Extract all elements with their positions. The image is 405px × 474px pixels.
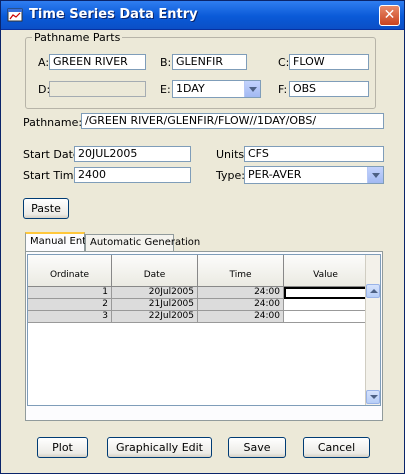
scroll-down-icon[interactable] — [366, 390, 380, 404]
close-button[interactable]: ✕ — [379, 5, 400, 26]
type-combo[interactable]: PER-AVER — [244, 166, 384, 184]
units-field[interactable]: CFS — [244, 146, 384, 162]
window-title: Time Series Data Entry — [29, 7, 198, 22]
part-e-value: 1DAY — [176, 82, 205, 95]
ordinate-cell[interactable]: 1 — [28, 287, 112, 299]
time-cell[interactable]: 24:00 — [198, 287, 284, 299]
plot-button[interactable]: Plot — [37, 437, 88, 458]
ordinate-cell[interactable]: 2 — [28, 299, 112, 311]
graphically-edit-button[interactable]: Graphically Edit — [107, 437, 212, 458]
start-time-field[interactable]: 2400 — [74, 167, 191, 183]
date-cell[interactable]: 21Jul2005 — [112, 299, 198, 311]
part-e-label: E: — [160, 83, 171, 96]
part-d-field[interactable] — [49, 81, 146, 97]
chevron-down-icon[interactable] — [244, 81, 260, 97]
type-value: PER-AVER — [248, 168, 302, 181]
data-table: Ordinate Date Time Value 1 20Jul2005 24:… — [27, 254, 381, 406]
part-b-label: B: — [160, 56, 172, 69]
value-cell[interactable] — [284, 287, 368, 299]
part-e-combo[interactable]: 1DAY — [172, 80, 261, 98]
table-vertical-scrollbar[interactable] — [365, 255, 380, 405]
part-f-field[interactable]: OBS — [289, 81, 369, 97]
pathname-parts-legend: Pathname Parts — [34, 31, 121, 44]
tab-automatic-generation[interactable]: Automatic Generation — [85, 234, 200, 251]
part-c-field[interactable]: FLOW — [289, 54, 369, 70]
application-icon — [7, 8, 23, 22]
save-button[interactable]: Save — [228, 437, 286, 458]
time-series-dialog: Time Series Data Entry ✕ Pathname Parts … — [0, 0, 405, 474]
column-header-date[interactable]: Date — [112, 255, 198, 287]
column-header-time[interactable]: Time — [198, 255, 284, 287]
ordinate-cell[interactable]: 3 — [28, 311, 112, 323]
close-icon: ✕ — [383, 7, 396, 23]
date-cell[interactable]: 22Jul2005 — [112, 311, 198, 323]
value-cell[interactable] — [284, 299, 368, 311]
time-cell[interactable]: 24:00 — [198, 299, 284, 311]
pathname-label: Pathname: — [23, 116, 83, 129]
tab-manual-entry[interactable]: Manual Entry — [25, 232, 96, 252]
part-a-label: A: — [38, 56, 50, 69]
paste-button[interactable]: Paste — [23, 198, 69, 219]
part-a-field[interactable]: GREEN RIVER — [49, 54, 146, 70]
type-label: Type: — [216, 169, 245, 182]
part-b-field[interactable]: GLENFIR — [172, 54, 247, 70]
start-date-field[interactable]: 20JUL2005 — [74, 146, 191, 162]
column-header-ordinate[interactable]: Ordinate — [28, 255, 112, 287]
title-bar[interactable]: Time Series Data Entry ✕ — [1, 1, 404, 30]
time-cell[interactable]: 24:00 — [198, 311, 284, 323]
cancel-button[interactable]: Cancel — [303, 437, 370, 458]
part-f-label: F: — [278, 83, 288, 96]
column-header-value[interactable]: Value — [284, 255, 368, 287]
pathname-field[interactable]: /GREEN RIVER/GLENFIR/FLOW//1DAY/OBS/ — [81, 113, 384, 129]
chevron-down-icon[interactable] — [367, 167, 383, 183]
date-cell[interactable]: 20Jul2005 — [112, 287, 198, 299]
value-cell[interactable] — [284, 311, 368, 323]
part-c-label: C: — [278, 56, 290, 69]
scroll-up-icon[interactable] — [366, 284, 380, 298]
